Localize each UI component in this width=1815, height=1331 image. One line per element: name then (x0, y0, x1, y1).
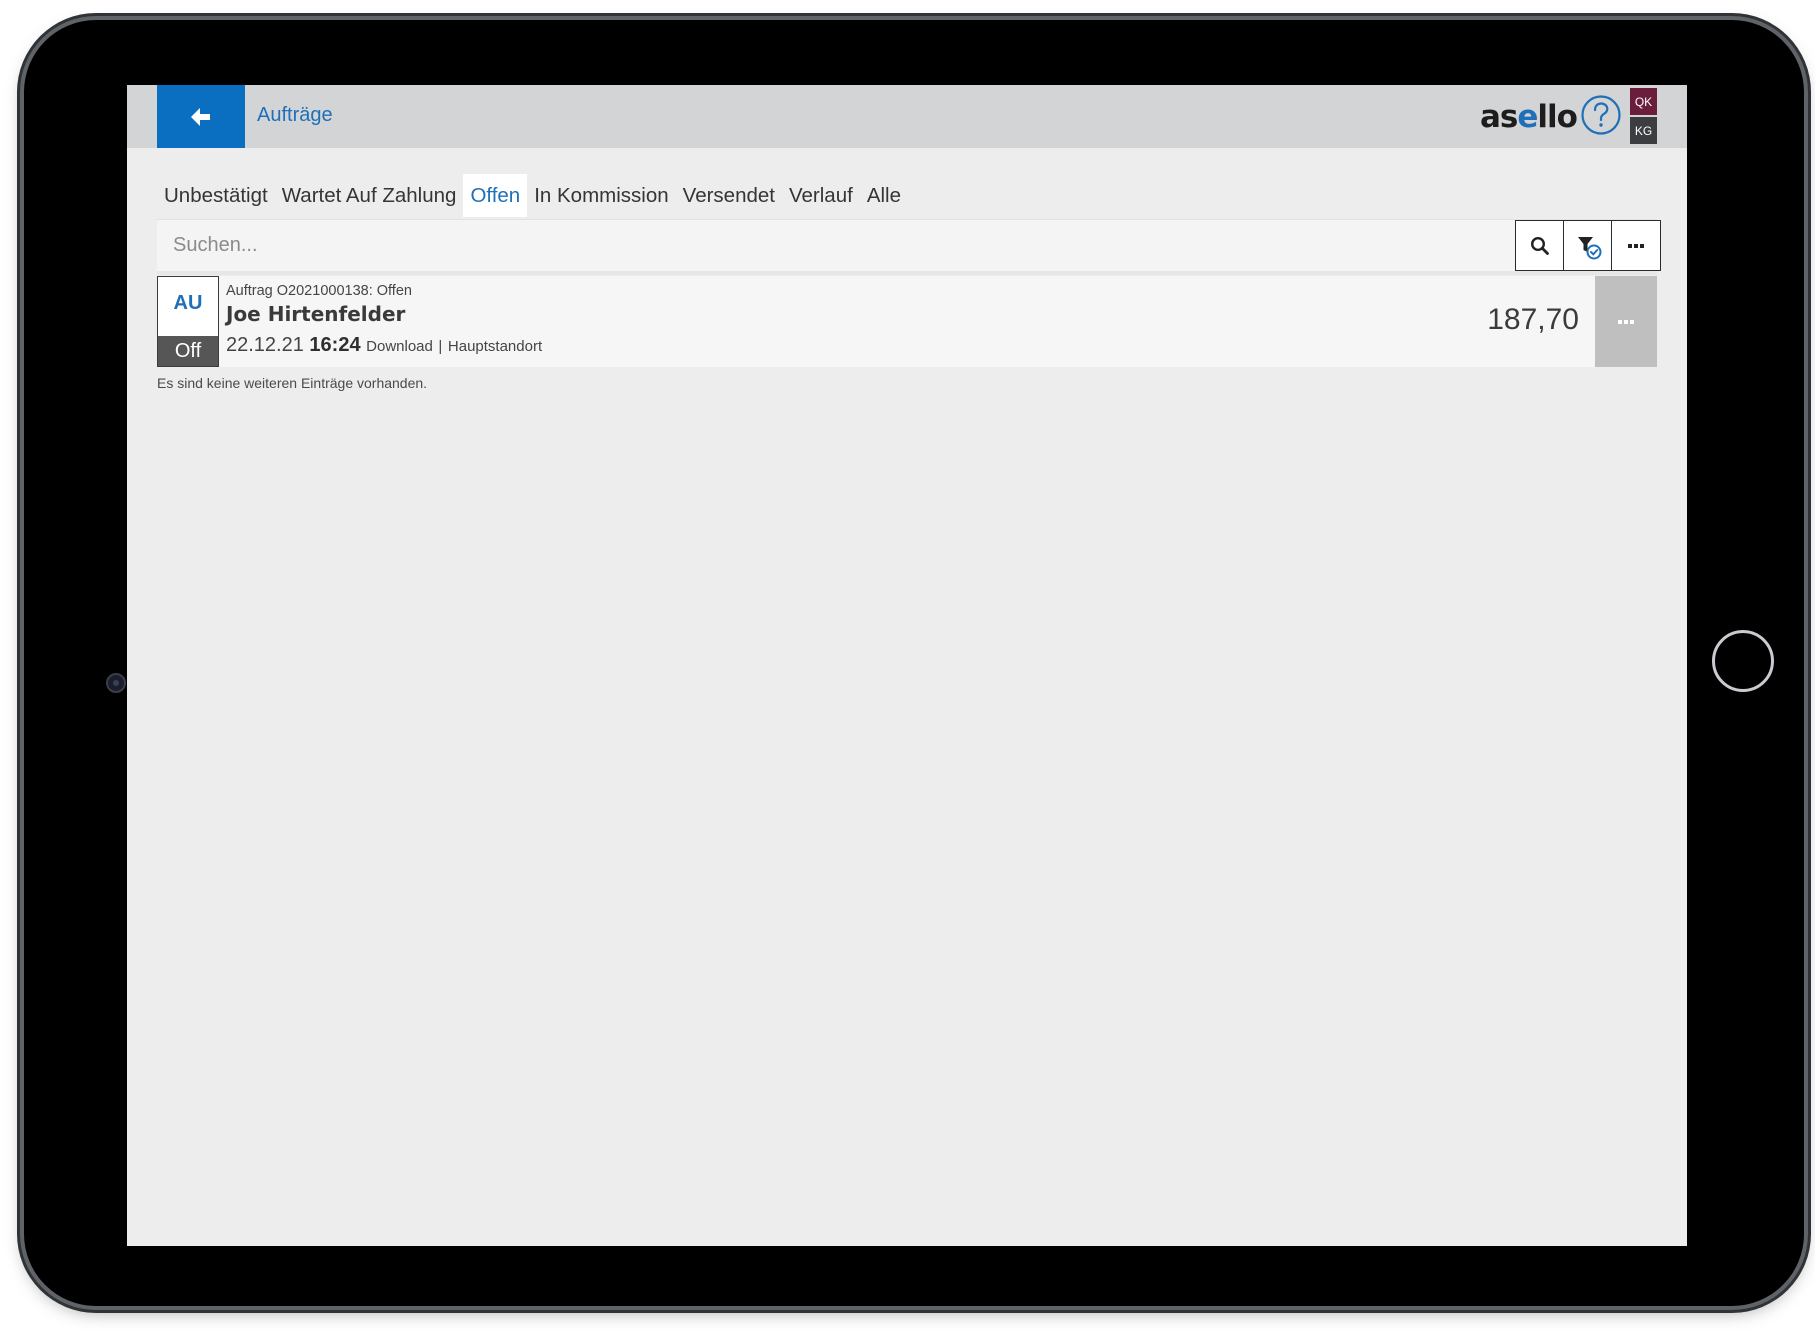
list-end-message: Es sind keine weiteren Einträge vorhande… (157, 375, 428, 391)
search-button[interactable] (1515, 220, 1565, 271)
customer-name: Joe Hirtenfelder (226, 302, 406, 326)
tab-wartet-auf-zahlung[interactable]: Wartet Auf Zahlung (275, 174, 464, 217)
order-date-line: 22.12.21 16:24 Download | Hauptstandort (226, 334, 542, 357)
tab-offen[interactable]: Offen (463, 174, 528, 217)
filter-active-icon (1578, 236, 1602, 259)
tab-in-kommission[interactable]: In Kommission (527, 174, 675, 217)
search-input[interactable] (157, 220, 1507, 271)
search-bar (157, 219, 1661, 271)
back-button[interactable] (157, 85, 245, 148)
top-bar: Aufträge asello QK KG (127, 85, 1687, 148)
tab-alle[interactable]: Alle (860, 174, 908, 217)
order-location: Hauptstandort (447, 338, 543, 355)
user-badge-bottom[interactable]: KG (1630, 117, 1657, 144)
brand-logo: asello (1480, 99, 1578, 135)
ellipsis-icon (1628, 243, 1644, 248)
tab-unbestaetigt[interactable]: Unbestätigt (157, 174, 275, 217)
tablet-frame: Aufträge asello QK KG Unbestätigt Wartet… (24, 20, 1804, 1306)
help-icon[interactable] (1580, 94, 1622, 136)
search-icon (1530, 236, 1549, 255)
order-date: 22.12.21 (226, 334, 304, 356)
user-badge-top[interactable]: QK (1630, 88, 1657, 115)
app-screen: Aufträge asello QK KG Unbestätigt Wartet… (127, 85, 1687, 1246)
camera-icon (106, 673, 126, 693)
ellipsis-icon (1618, 319, 1634, 324)
page-title: Aufträge (257, 104, 333, 126)
divider (157, 271, 1657, 275)
tab-versendet[interactable]: Versendet (676, 174, 782, 217)
status-tabs: Unbestätigt Wartet Auf Zahlung Offen In … (157, 174, 908, 219)
order-actions-button[interactable] (1595, 276, 1657, 367)
filter-button[interactable] (1563, 220, 1613, 271)
order-time: 16:24 (309, 334, 361, 356)
order-list-item[interactable]: AU Off Auftrag O2021000138: Offen Joe Hi… (157, 276, 1657, 367)
more-options-button[interactable] (1611, 220, 1661, 271)
order-type-code: AU (173, 292, 203, 314)
order-number-status: Auftrag O2021000138: Offen (226, 283, 412, 299)
order-channel: Download (366, 338, 433, 355)
arrow-left-icon (191, 107, 210, 126)
order-status-badge: Off (158, 336, 218, 366)
order-type-badge: AU Off (157, 276, 219, 367)
separator: | (438, 338, 443, 355)
order-amount: 187,70 (1487, 303, 1579, 336)
home-button[interactable] (1712, 630, 1774, 692)
tab-verlauf[interactable]: Verlauf (782, 174, 860, 217)
